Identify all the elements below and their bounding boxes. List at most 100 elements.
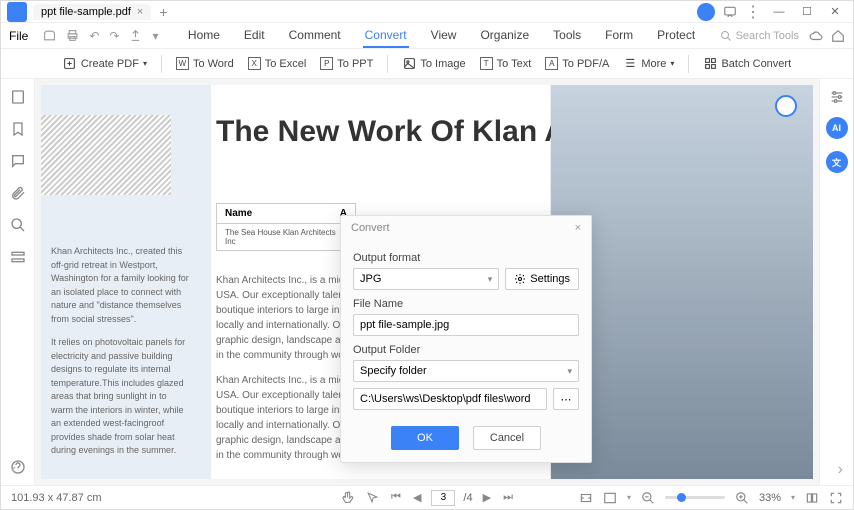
chevron-down-icon[interactable]: ▾: [791, 493, 795, 502]
search-placeholder: Search Tools: [736, 30, 799, 42]
close-tab-icon[interactable]: ×: [137, 6, 143, 18]
share-icon[interactable]: [129, 29, 142, 42]
page-total: /4: [463, 492, 472, 504]
more-button[interactable]: ☰More▾: [623, 57, 674, 71]
prev-page-button[interactable]: ◀: [411, 491, 423, 504]
output-folder-label: Output Folder: [353, 344, 579, 356]
menu-home[interactable]: Home: [186, 24, 222, 48]
scroll-left-button[interactable]: ‹: [11, 461, 16, 479]
chevron-down-icon: ▾: [567, 366, 572, 377]
last-page-button[interactable]: ⏭: [501, 491, 515, 504]
main-area: Khan Architects Inc., created this off-g…: [1, 79, 853, 485]
menu-view[interactable]: View: [429, 24, 459, 48]
pdfa-icon: A: [545, 57, 558, 70]
fullscreen-icon[interactable]: [829, 491, 843, 505]
word-icon: W: [176, 57, 189, 70]
share-badge-icon[interactable]: [775, 95, 797, 117]
search-icon: [720, 30, 732, 42]
sliders-icon[interactable]: [829, 89, 845, 105]
file-name-input[interactable]: [353, 314, 579, 336]
output-format-label: Output format: [353, 252, 579, 264]
browse-folder-button[interactable]: ⋯: [553, 388, 579, 410]
left-sidebar: [1, 79, 35, 485]
right-sidebar: AI 文: [819, 79, 853, 485]
search-tools[interactable]: Search Tools: [720, 30, 799, 42]
to-image-button[interactable]: To Image: [402, 57, 465, 71]
maximize-button[interactable]: ☐: [797, 3, 817, 21]
document-tab[interactable]: ppt file-sample.pdf ×: [33, 4, 151, 20]
menu-protect[interactable]: Protect: [655, 24, 697, 48]
convert-dialog: Convert × Output format JPG ▾ Settings F…: [340, 215, 592, 463]
select-tool-icon[interactable]: [364, 491, 381, 504]
next-page-button[interactable]: ▶: [481, 491, 493, 504]
thumbnails-icon[interactable]: [10, 89, 26, 105]
ai-assistant-icon[interactable]: AI: [826, 117, 848, 139]
titlebar: ppt file-sample.pdf × + ⋮ — ☐ ✕: [1, 1, 853, 23]
ok-button[interactable]: OK: [391, 426, 459, 450]
search-panel-icon[interactable]: [10, 217, 26, 233]
file-name-label: File Name: [353, 298, 579, 310]
to-text-button[interactable]: TTo Text: [480, 57, 532, 70]
zoom-in-button[interactable]: [735, 491, 749, 505]
menu-comment[interactable]: Comment: [287, 24, 343, 48]
folder-path-input[interactable]: [353, 388, 547, 410]
tab-label: ppt file-sample.pdf: [41, 6, 131, 18]
add-tab-button[interactable]: +: [159, 4, 167, 20]
cancel-button[interactable]: Cancel: [473, 426, 541, 450]
file-menu[interactable]: File: [9, 29, 28, 43]
attachments-icon[interactable]: [10, 185, 26, 201]
user-avatar-icon[interactable]: [697, 3, 715, 21]
batch-convert-button[interactable]: Batch Convert: [703, 57, 791, 71]
chevron-down-icon: ▾: [670, 59, 674, 68]
to-excel-button[interactable]: XTo Excel: [248, 57, 307, 70]
zoom-value: 33%: [759, 492, 781, 504]
view-mode-icon[interactable]: [603, 491, 617, 505]
open-icon[interactable]: [43, 29, 56, 42]
dialog-close-button[interactable]: ×: [575, 222, 581, 234]
to-pdfa-button[interactable]: ATo PDF/A: [545, 57, 609, 70]
page-number-input[interactable]: [431, 490, 455, 506]
document-viewport[interactable]: Khan Architects Inc., created this off-g…: [35, 79, 819, 485]
to-word-button[interactable]: WTo Word: [176, 57, 234, 70]
fields-icon[interactable]: [10, 249, 26, 265]
chevron-down-icon[interactable]: ▾: [627, 493, 631, 502]
minimize-button[interactable]: —: [769, 3, 789, 21]
create-pdf-button[interactable]: Create PDF ▾: [63, 57, 147, 71]
cloud-icon[interactable]: [809, 29, 823, 43]
batch-icon: [703, 57, 717, 71]
ai-translate-icon[interactable]: 文: [826, 151, 848, 173]
zoom-out-button[interactable]: [641, 491, 655, 505]
menu-tools[interactable]: Tools: [551, 24, 583, 48]
first-page-button[interactable]: ⏮: [389, 491, 403, 504]
undo-icon[interactable]: ↶: [89, 29, 99, 43]
bookmarks-icon[interactable]: [10, 121, 26, 137]
more-menu-icon[interactable]: ⋮: [745, 2, 761, 22]
doc-para: It relies on photovoltaic panels for ele…: [51, 336, 191, 458]
menu-form[interactable]: Form: [603, 24, 635, 48]
to-ppt-button[interactable]: PTo PPT: [320, 57, 373, 70]
chat-icon[interactable]: [723, 5, 737, 19]
menu-organize[interactable]: Organize: [478, 24, 531, 48]
output-format-select[interactable]: JPG ▾: [353, 268, 499, 290]
scroll-right-button[interactable]: ›: [838, 461, 843, 479]
menu-edit[interactable]: Edit: [242, 24, 267, 48]
dropdown-icon[interactable]: ▾: [152, 29, 158, 43]
read-mode-icon[interactable]: [805, 491, 819, 505]
hand-tool-icon[interactable]: [339, 491, 356, 504]
excel-icon: X: [248, 57, 261, 70]
folder-mode-select[interactable]: Specify folder ▾: [353, 360, 579, 382]
doc-heading: The New Work Of Klan A: [216, 115, 566, 148]
print-icon[interactable]: [66, 29, 79, 42]
redo-icon[interactable]: ↷: [109, 29, 119, 43]
app-logo-icon: [7, 2, 27, 22]
comments-icon[interactable]: [10, 153, 26, 169]
settings-button[interactable]: Settings: [505, 268, 579, 290]
doc-info-card: NameA The Sea House Klan Architects Inc: [216, 203, 356, 251]
fit-width-icon[interactable]: [579, 491, 593, 505]
doc-image-left: [41, 115, 171, 195]
page-navigation: ⏮ ◀ /4 ▶ ⏭: [339, 490, 515, 506]
close-window-button[interactable]: ✕: [825, 3, 845, 21]
home-icon[interactable]: [831, 29, 845, 43]
menu-convert[interactable]: Convert: [363, 24, 409, 48]
zoom-slider[interactable]: [665, 496, 725, 499]
